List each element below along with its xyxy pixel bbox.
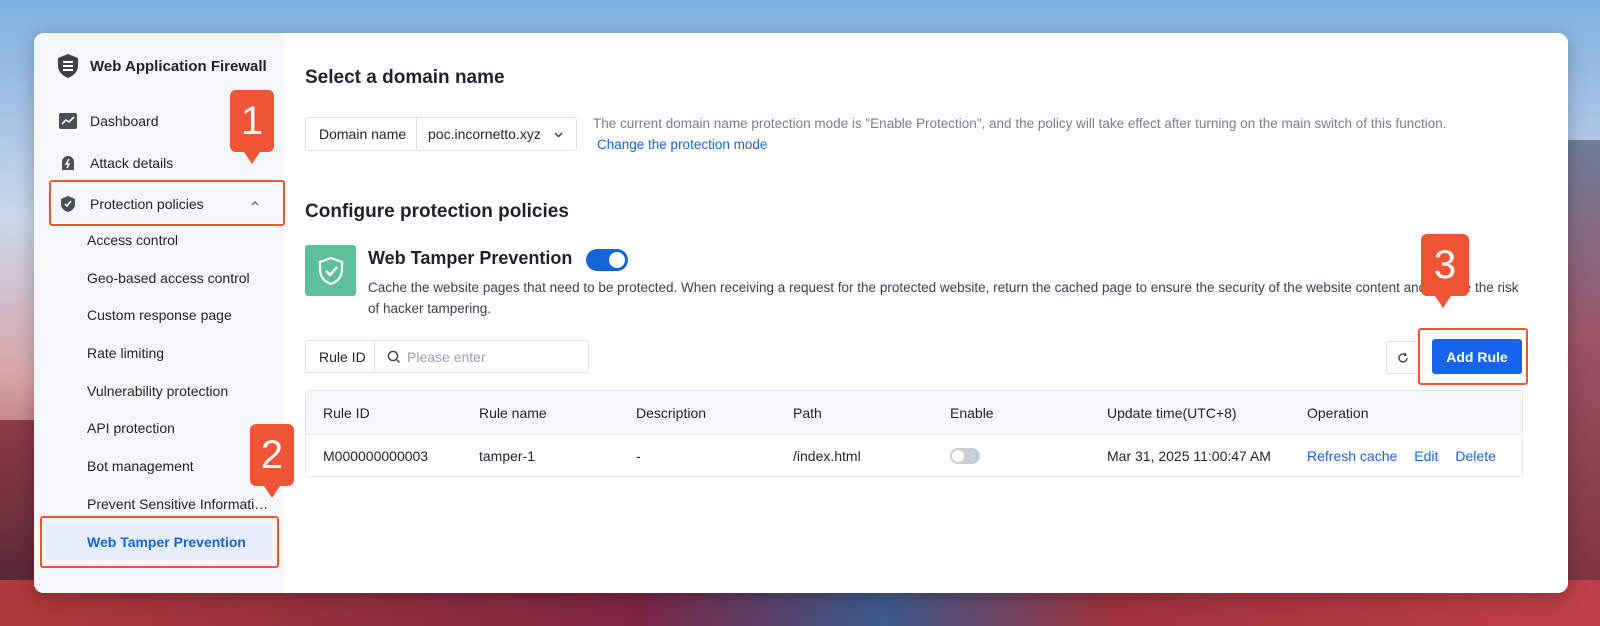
rules-table: Rule ID Rule name Description Path Enabl…: [305, 390, 1523, 477]
path-cell: /index.html: [793, 447, 861, 464]
protection-mode-notice: The current domain name protection mode …: [593, 116, 1447, 131]
column-header: Description: [636, 404, 707, 421]
sidebar-subitem-rate-limiting[interactable]: Rate limiting: [34, 335, 284, 371]
sidebar-subitem-access-control[interactable]: Access control: [34, 222, 284, 258]
policy-section-title: Configure protection policies: [305, 201, 569, 222]
change-protection-mode-link[interactable]: Change the protection mode: [597, 137, 767, 152]
rule-filter[interactable]: Rule ID: [305, 340, 589, 373]
domain-select[interactable]: poc.incornetto.xyz: [417, 118, 576, 150]
callout-badge-3: 3: [1421, 234, 1469, 308]
filter-field-label[interactable]: Rule ID: [306, 341, 375, 372]
refresh-icon: [1398, 352, 1408, 363]
callout-badge-2: 2: [250, 424, 294, 498]
main-content: Select a domain name Domain name poc.inc…: [284, 33, 1568, 593]
rule-id-cell: M000000000003: [323, 447, 429, 464]
column-header: Rule ID: [323, 404, 370, 421]
rule-name-cell: tamper-1: [479, 447, 536, 464]
sidebar-subitem-label: Prevent Sensitive Informati…: [87, 496, 269, 512]
rule-enable-toggle[interactable]: [950, 447, 980, 464]
column-header: Update time(UTC+8): [1107, 404, 1237, 421]
alert-icon: [58, 153, 78, 173]
domain-value: poc.incornetto.xyz: [428, 126, 541, 142]
app-title: Web Application Firewall: [90, 57, 267, 75]
sidebar-subitem-bot-management[interactable]: Bot management: [34, 448, 284, 484]
enable-cell: [950, 447, 980, 464]
sidebar-item-label: Dashboard: [90, 113, 159, 129]
sidebar-subitem-label: Access control: [87, 232, 179, 248]
delete-link[interactable]: Delete: [1455, 448, 1495, 464]
app-window: Web Application Firewall Dashboard Attac…: [34, 33, 1568, 593]
sidebar-item-label: Attack details: [90, 155, 174, 171]
column-header: Rule name: [479, 404, 547, 421]
column-header: Operation: [1307, 404, 1369, 421]
table-header: Rule ID Rule name Description Path Enabl…: [306, 391, 1522, 434]
sidebar-subitem-vulnerability-protection[interactable]: Vulnerability protection: [34, 373, 284, 409]
edit-link[interactable]: Edit: [1414, 448, 1438, 464]
feature-title: Web Tamper Prevention: [368, 248, 573, 268]
highlight-box-protection-policies: [49, 180, 285, 226]
sidebar-subitem-label: Geo-based access control: [87, 270, 250, 286]
sidebar-subitem-api-protection[interactable]: API protection: [34, 410, 284, 446]
callout-badge-1: 1: [230, 90, 274, 164]
operation-cell: Refresh cache Edit Delete: [1307, 448, 1513, 464]
shield-check-icon: [305, 245, 356, 296]
sidebar-subitem-label: Vulnerability protection: [87, 383, 229, 399]
search-icon: [387, 350, 400, 363]
filter-input-wrap[interactable]: [375, 341, 588, 372]
feature-description: Cache the website pages that need to be …: [368, 280, 1519, 316]
domain-section-title: Select a domain name: [305, 67, 505, 88]
sidebar-subitem-label: Rate limiting: [87, 345, 165, 361]
update-time-cell: Mar 31, 2025 11:00:47 AM: [1107, 447, 1271, 464]
feature-toggle[interactable]: [586, 249, 628, 271]
domain-selector[interactable]: Domain name poc.incornetto.xyz: [305, 117, 577, 151]
brand: Web Application Firewall: [56, 53, 267, 79]
highlight-box-add-rule: [1418, 328, 1528, 385]
highlight-box-web-tamper-prevention: [40, 516, 279, 568]
chart-icon: [58, 111, 78, 131]
description-cell: -: [636, 447, 641, 464]
table-row: M000000000003 tamper-1 - /index.html Mar…: [306, 434, 1522, 476]
sidebar-subitem-label: Bot management: [87, 458, 194, 474]
sidebar-subitem-geo-access-control[interactable]: Geo-based access control: [34, 260, 284, 296]
sidebar-subitem-label: Custom response page: [87, 307, 232, 323]
rule-search-input[interactable]: [407, 348, 577, 365]
column-header: Enable: [950, 404, 994, 421]
waf-logo-icon: [58, 54, 78, 78]
domain-label: Domain name: [306, 118, 417, 150]
refresh-button[interactable]: [1386, 341, 1420, 374]
column-header: Path: [793, 404, 822, 421]
chevron-down-icon: [554, 132, 563, 138]
sidebar-subitem-label: API protection: [87, 420, 175, 436]
sidebar-subitem-custom-response-page[interactable]: Custom response page: [34, 297, 284, 333]
refresh-cache-link[interactable]: Refresh cache: [1307, 448, 1397, 464]
